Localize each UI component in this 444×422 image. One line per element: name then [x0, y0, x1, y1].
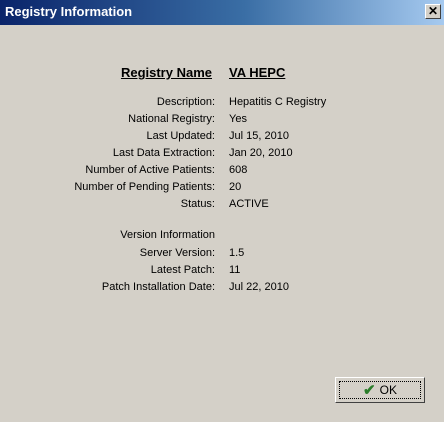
- patch-installation-date-label: Patch Installation Date:: [101, 281, 215, 293]
- close-button[interactable]: ✕: [425, 4, 441, 19]
- active-patients-label: Number of Active Patients:: [85, 164, 215, 176]
- pending-patients-label: Number of Pending Patients:: [74, 181, 215, 193]
- description-value: Hepatitis C Registry: [229, 96, 327, 108]
- national-registry-value: Yes: [229, 113, 247, 125]
- patch-installation-date-value: Jul 22, 2010: [229, 281, 289, 293]
- active-patients-value: 608: [229, 164, 248, 176]
- last-updated-label: Last Updated:: [146, 130, 216, 142]
- checkmark-icon: ✔: [363, 381, 376, 399]
- ok-button-label: OK: [379, 383, 397, 397]
- last-updated-value: Jul 15, 2010: [229, 130, 289, 142]
- close-icon: ✕: [427, 4, 439, 18]
- server-version-label: Server Version:: [139, 247, 215, 259]
- server-version-value: 1.5: [229, 247, 245, 259]
- status-value: ACTIVE: [229, 198, 269, 210]
- title-bar[interactable]: Registry Information ✕: [0, 0, 444, 25]
- registry-information-dialog: Registry Information ✕ Registry Name VA …: [0, 0, 444, 422]
- last-data-extraction-value: Jan 20, 2010: [229, 147, 293, 159]
- window-title: Registry Information: [5, 4, 133, 19]
- last-data-extraction-label: Last Data Extraction:: [112, 147, 215, 159]
- registry-name-label: Registry Name: [120, 65, 212, 80]
- version-information-heading: Version Information: [120, 229, 215, 241]
- pending-patients-value: 20: [229, 181, 242, 193]
- ok-button[interactable]: ✔ OK: [335, 377, 425, 403]
- status-label: Status:: [180, 198, 215, 210]
- national-registry-label: National Registry:: [128, 113, 215, 125]
- latest-patch-value: 11: [229, 264, 241, 276]
- description-label: Description:: [156, 96, 215, 108]
- latest-patch-label: Latest Patch:: [150, 264, 215, 276]
- registry-name-value: VA HEPC: [229, 65, 286, 80]
